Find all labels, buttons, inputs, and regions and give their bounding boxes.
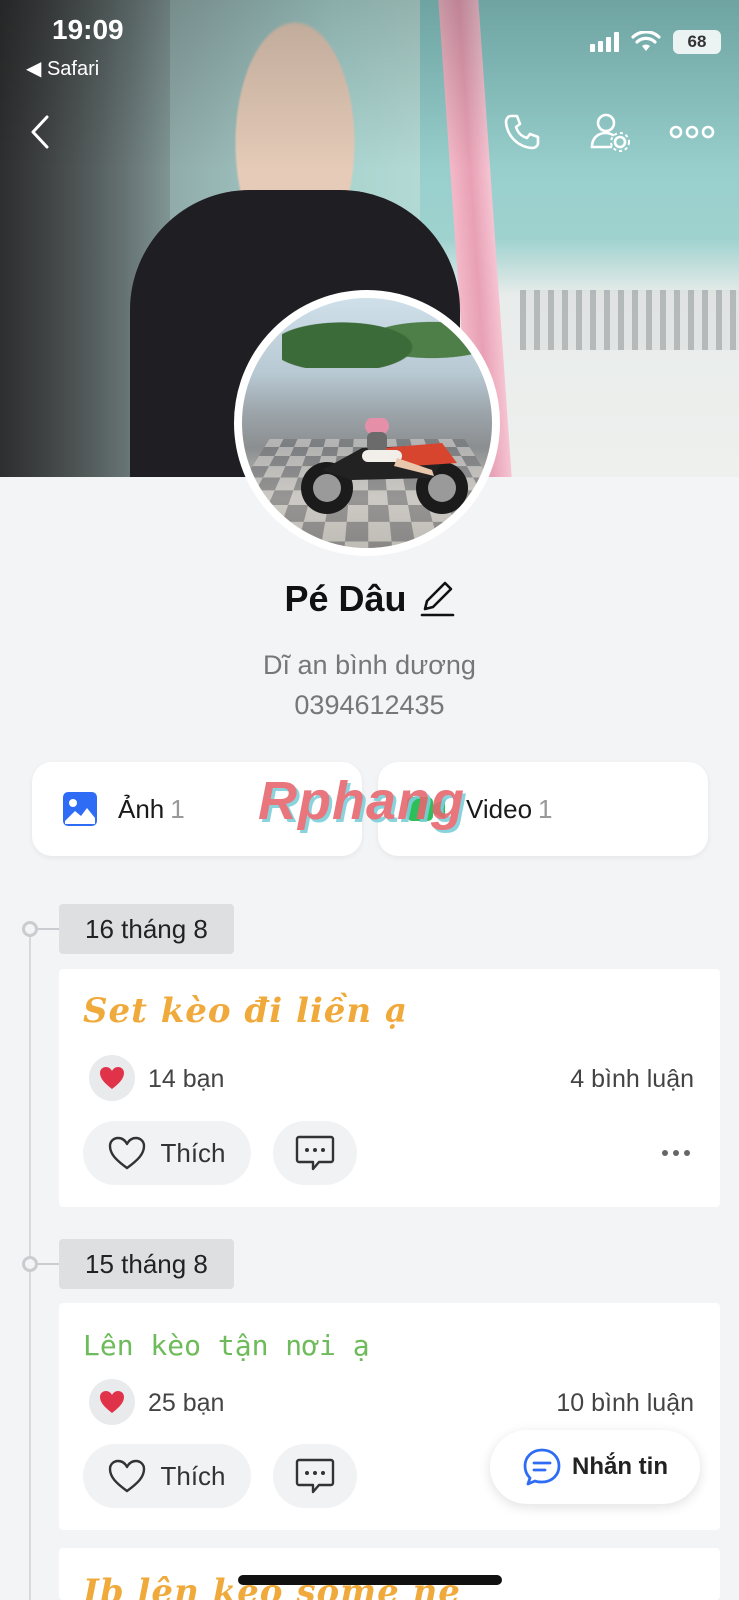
videos-count: 1 bbox=[538, 793, 553, 824]
wifi-icon bbox=[631, 31, 661, 51]
comment-count[interactable]: 4 bình luận bbox=[570, 1065, 694, 1094]
profile-name: Pé Dâu bbox=[284, 578, 407, 619]
more-dot bbox=[684, 1150, 690, 1156]
post-text: Lên kèo tận nơi ạ bbox=[83, 1329, 370, 1362]
back-icon bbox=[31, 115, 49, 149]
timeline-tick bbox=[38, 928, 60, 930]
heart-outline-icon bbox=[109, 1136, 146, 1170]
user-settings-icon bbox=[590, 113, 630, 152]
signal-icon bbox=[590, 32, 619, 52]
home-indicator[interactable] bbox=[238, 1575, 502, 1585]
profile-settings-button[interactable] bbox=[586, 108, 634, 156]
post-card[interactable]: Ib lên kèo some nè bbox=[59, 1548, 720, 1600]
comment-button[interactable] bbox=[273, 1444, 357, 1508]
watermark-logo: Rphang bbox=[258, 771, 465, 831]
comment-count[interactable]: 10 bình luận bbox=[556, 1389, 694, 1418]
like-label: Thích bbox=[160, 1460, 226, 1491]
call-button[interactable] bbox=[498, 108, 546, 156]
reaction-badge[interactable] bbox=[89, 1379, 135, 1425]
like-label: Thích bbox=[160, 1137, 226, 1168]
post-text: Set kèo đi liền ạ bbox=[83, 991, 409, 1031]
avatar-motorbike bbox=[301, 418, 468, 514]
like-button[interactable]: Thích bbox=[83, 1121, 251, 1185]
heart-reaction-icon bbox=[100, 1067, 124, 1089]
post-more-button[interactable] bbox=[656, 1138, 696, 1168]
photos-count: 1 bbox=[170, 793, 185, 824]
timeline-dot bbox=[22, 921, 38, 937]
photos-label: Ảnh bbox=[118, 793, 165, 824]
profile-name-row: Pé Dâu bbox=[0, 578, 739, 620]
comment-button[interactable] bbox=[273, 1121, 357, 1185]
chat-icon bbox=[523, 1448, 561, 1486]
status-time: 19:09 bbox=[52, 14, 124, 45]
profile-phone: 0394612435 bbox=[294, 690, 445, 720]
comment-icon bbox=[295, 1458, 335, 1494]
photo-icon bbox=[63, 792, 97, 826]
edit-icon[interactable] bbox=[419, 579, 455, 619]
like-button[interactable]: Thích bbox=[83, 1444, 251, 1508]
back-button[interactable] bbox=[16, 108, 64, 156]
reaction-badge[interactable] bbox=[89, 1055, 135, 1101]
more-options-button[interactable] bbox=[668, 108, 716, 156]
more-dot bbox=[662, 1150, 668, 1156]
message-button[interactable]: Nhắn tin bbox=[490, 1430, 700, 1504]
reaction-count[interactable]: 14 bạn bbox=[148, 1065, 224, 1094]
reaction-count[interactable]: 25 bạn bbox=[148, 1389, 224, 1418]
avatar-trees bbox=[282, 298, 482, 368]
heart-reaction-icon bbox=[100, 1391, 124, 1413]
more-dot bbox=[673, 1150, 679, 1156]
phone-icon bbox=[504, 114, 540, 150]
cover-tiles bbox=[520, 290, 739, 350]
timeline-tick bbox=[38, 1263, 60, 1265]
profile-location: Dĩ an bình dương bbox=[263, 650, 476, 680]
videos-label: Video bbox=[466, 793, 533, 824]
more-icon bbox=[669, 125, 715, 139]
heart-outline-icon bbox=[109, 1459, 146, 1493]
battery-icon: 68 bbox=[673, 30, 721, 54]
date-chip: 16 tháng 8 bbox=[59, 904, 234, 954]
post-card[interactable]: Set kèo đi liền ạ 14 bạn 4 bình luận Thí… bbox=[59, 969, 720, 1207]
timeline-dot bbox=[22, 1256, 38, 1272]
comment-icon bbox=[295, 1135, 335, 1171]
status-back-app[interactable]: ◀ Safari bbox=[26, 56, 99, 81]
message-label: Nhắn tin bbox=[572, 1453, 668, 1480]
avatar[interactable] bbox=[234, 290, 500, 556]
status-icons: 68 bbox=[590, 30, 721, 54]
date-chip: 15 tháng 8 bbox=[59, 1239, 234, 1289]
